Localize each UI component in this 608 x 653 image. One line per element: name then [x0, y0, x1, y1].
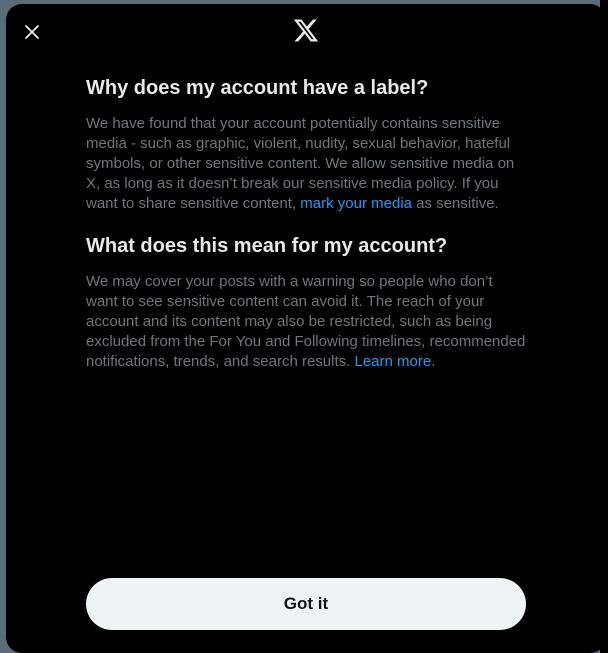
paragraph-text-end: . — [431, 353, 436, 370]
heading-why-label: Why does my account have a label? — [86, 77, 429, 99]
paragraph-why-label: We have found that your account potentia… — [86, 114, 526, 214]
close-button[interactable] — [17, 17, 47, 47]
heading-what-it-means: What does this mean for my account? — [86, 235, 448, 257]
got-it-button[interactable]: Got it — [86, 578, 526, 630]
paragraph-text: We may cover your posts with a warning s… — [86, 273, 526, 370]
close-icon — [25, 25, 39, 39]
x-logo-icon — [293, 19, 319, 42]
learn-more-link[interactable]: Learn more — [354, 353, 431, 370]
paragraph-text-end: as sensitive. — [412, 195, 499, 212]
dialog-content: Why does my account have a label? We hav… — [86, 76, 526, 372]
paragraph-what-it-means: We may cover your posts with a warning s… — [86, 272, 526, 372]
mark-your-media-link[interactable]: mark your media — [300, 195, 412, 212]
sensitive-label-dialog: Why does my account have a label? We hav… — [6, 4, 606, 653]
